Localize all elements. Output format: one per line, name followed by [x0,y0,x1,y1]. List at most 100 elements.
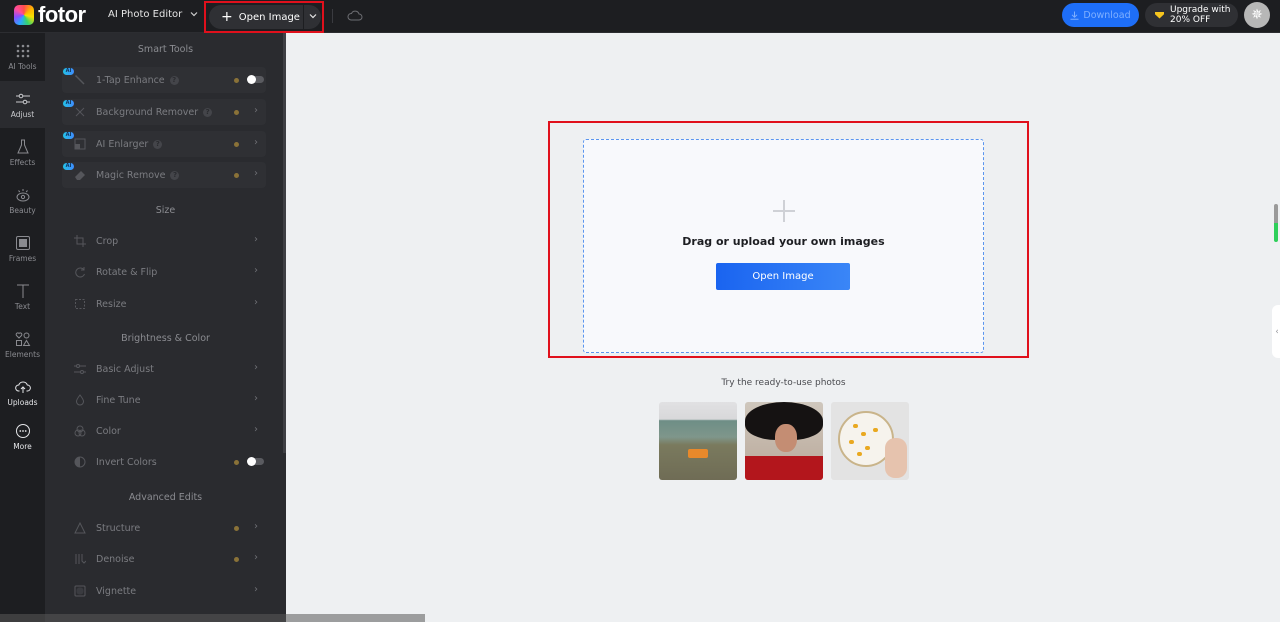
ai-badge: AI [63,100,74,107]
tool-ai-enlarger[interactable]: AI Enlarger? › [62,131,266,157]
logo-text: fotor [38,2,86,27]
face-shape [775,424,797,452]
chevron-right-icon: › [254,265,258,276]
tool-label: Magic Remove [96,169,166,181]
section-title-smart-tools: Smart Tools [137,44,194,55]
pro-dot-icon [234,460,239,465]
text-icon [16,284,29,298]
help-icon[interactable]: ? [153,139,163,149]
avatar[interactable]: ✵ [1244,2,1270,28]
rail-label: Text [14,301,31,311]
toolbar-divider [332,9,333,23]
triangle-icon [74,522,86,534]
open-image-button-canvas[interactable]: Open Image [716,263,850,290]
rail-item-uploads[interactable]: Uploads [0,369,45,416]
car-shape [688,449,708,458]
tool-1-tap-enhance[interactable]: 1-Tap Enhance? [62,67,266,93]
download-button[interactable]: Download [1062,3,1139,27]
pro-dot-icon [234,78,239,83]
sample-photo-food-plate[interactable] [831,402,909,480]
tool-label: Color [96,425,121,437]
pro-dot-icon [234,526,239,531]
rail-label: More [13,441,32,451]
help-icon[interactable]: ? [203,107,213,117]
tool-resize[interactable]: Resize › [62,291,266,317]
rail-item-adjust[interactable]: Adjust [0,81,45,128]
plus-icon [773,200,795,222]
zoom-meter[interactable] [1274,204,1278,242]
open-image-label: Open Image [238,11,300,23]
tool-structure[interactable]: Structure › [62,515,266,541]
samples-label: Try the ready-to-use photos [721,378,846,388]
cloud-upload-icon [14,381,31,393]
enlarge-icon [74,138,86,150]
shapes-icon [15,331,30,346]
rail-item-effects[interactable]: Effects [0,129,45,176]
upgrade-button[interactable]: Upgrade with 20% OFF [1145,3,1238,27]
invert-toggle[interactable] [247,456,264,466]
app-switcher-label: AI Photo Editor [108,9,183,20]
tool-background-remover[interactable]: Background Remover? › [62,99,266,125]
eye-icon [16,188,29,201]
tool-label: Denoise [96,553,135,565]
enhance-toggle[interactable] [247,74,264,84]
open-image-button[interactable]: + Open Image [209,5,304,29]
pro-dot-icon [234,142,239,147]
rail-item-elements[interactable]: Elements [0,321,45,368]
flower-shape [861,432,866,436]
fotor-logo[interactable]: fotor [14,4,86,26]
flower-shape [865,446,870,450]
rail-item-text[interactable]: Text [0,273,45,320]
tool-vignette[interactable]: Vignette › [62,578,266,604]
upgrade-line1: Upgrade with [1170,5,1231,15]
chevron-right-icon: › [254,393,258,404]
grid-dots-icon [16,44,29,57]
scissors-icon [74,106,86,118]
sample-photo-woman-hat[interactable] [745,402,823,480]
rail-item-beauty[interactable]: Beauty [0,177,45,224]
rail-item-more[interactable]: More [0,413,45,460]
chevron-down-icon [309,14,316,19]
chevron-right-icon: › [254,552,258,563]
sample-photo-car-landscape[interactable] [659,402,737,480]
chevron-left-icon: ‹ [1275,326,1279,337]
tool-rotate-flip[interactable]: Rotate & Flip › [62,259,266,285]
open-image-dropdown-button[interactable] [304,12,321,22]
tool-fine-tune[interactable]: Fine Tune › [62,387,266,413]
tool-label: Vignette [96,585,137,597]
crop-icon [74,235,86,247]
denoise-icon [74,553,86,565]
tool-basic-adjust[interactable]: Basic Adjust › [62,356,266,382]
tool-label: Structure [96,522,141,534]
droplet-icon [74,394,86,406]
rail-item-frames[interactable]: Frames [0,225,45,272]
sliders-icon [15,93,30,104]
section-title-advanced-edits: Advanced Edits [128,492,203,503]
open-image-split-button: + Open Image [209,5,321,29]
rail-label: Uploads [7,397,38,407]
expand-right-panel-button[interactable]: ‹ [1272,305,1280,358]
chevron-right-icon: › [254,521,258,532]
tool-invert-colors[interactable]: Invert Colors [62,449,266,475]
cloud-sync-icon[interactable] [347,8,363,27]
tool-crop[interactable]: Crop › [62,228,266,254]
browser-status-bar [0,614,425,622]
chevron-right-icon: › [254,234,258,245]
tool-magic-remove[interactable]: Magic Remove? › [62,162,266,188]
rail-item-ai-tools[interactable]: AI Tools [0,33,45,80]
hand-shape [885,438,907,478]
app-switcher-dropdown[interactable]: AI Photo Editor [108,9,198,20]
help-icon[interactable]: ? [170,170,180,180]
rotate-icon [74,266,86,278]
sample-photos [659,402,909,480]
tool-color[interactable]: Color › [62,418,266,444]
chevron-right-icon: › [254,168,258,179]
plus-icon: + [221,9,233,25]
ai-badge: AI [63,68,74,75]
tool-denoise[interactable]: Denoise › [62,546,266,572]
help-icon[interactable]: ? [169,75,179,85]
more-icon [15,423,30,438]
pro-dot-icon [234,557,239,562]
upload-dropzone[interactable]: Drag or upload your own images Open Imag… [583,139,984,353]
tool-label: Crop [96,235,119,247]
